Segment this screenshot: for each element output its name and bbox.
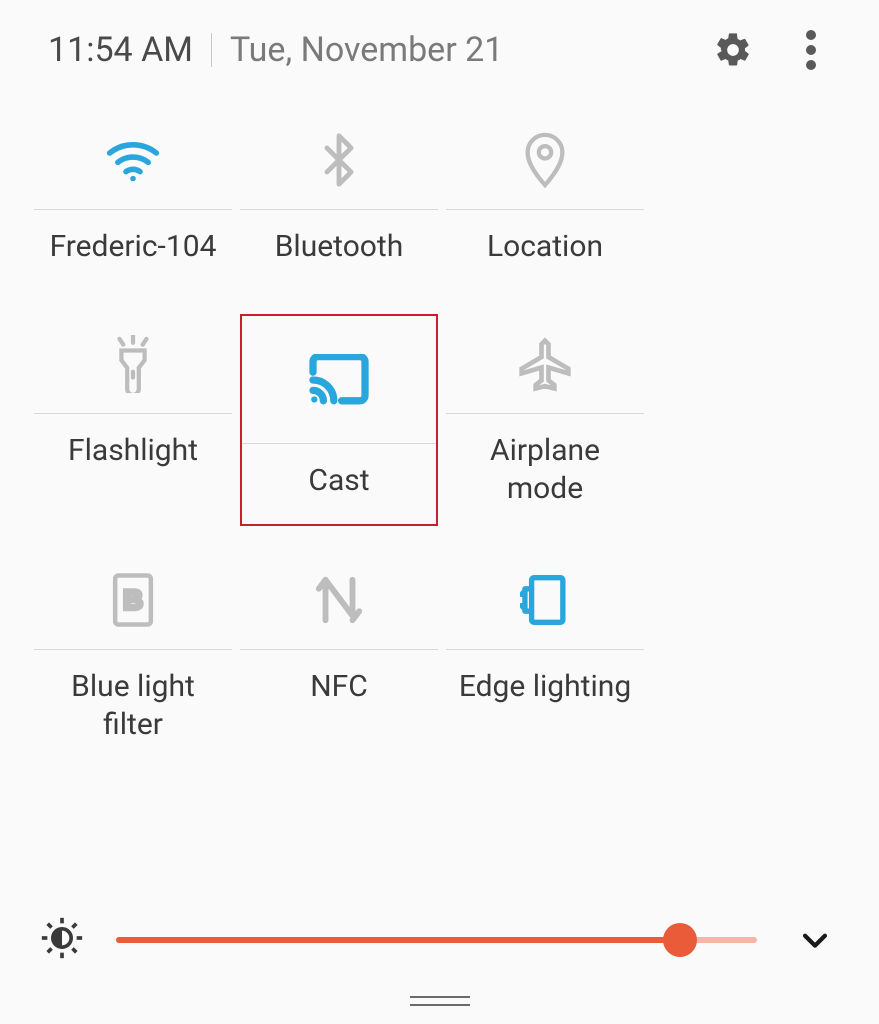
tile-label: Blue light filter (34, 650, 232, 743)
cast-icon (242, 316, 436, 444)
tile-label: Edge lighting (446, 650, 644, 730)
wifi-icon (34, 110, 232, 210)
chevron-down-icon (798, 923, 832, 957)
brightness-row (0, 916, 879, 964)
svg-text:B: B (123, 584, 142, 614)
bluetooth-icon (240, 110, 438, 210)
header-divider (211, 33, 212, 67)
settings-button[interactable] (713, 30, 753, 70)
tile-flashlight[interactable]: Flashlight (34, 314, 232, 526)
status-header: 11:54 AM Tue, November 21 (0, 0, 879, 90)
more-options-button[interactable] (791, 30, 831, 70)
quick-settings-grid: Frederic-104BluetoothLocation FlashlightC… (0, 90, 879, 767)
panel-drag-handle[interactable] (410, 996, 470, 1006)
tile-wifi[interactable]: Frederic-104 (34, 110, 232, 290)
tile-label: Airplane mode (446, 414, 644, 507)
brightness-expand-button[interactable] (791, 916, 839, 964)
tile-label: Bluetooth (240, 210, 438, 290)
clock-time: 11:54 AM (48, 30, 193, 70)
tile-label: Location (446, 210, 644, 290)
tile-nfc[interactable]: NFC (240, 550, 438, 743)
brightness-slider[interactable] (116, 925, 757, 955)
tile-cast[interactable]: Cast (240, 314, 438, 526)
airplane-icon (446, 314, 644, 414)
tile-label: Frederic-104 (34, 210, 232, 290)
tile-edgelight[interactable]: Edge lighting (446, 550, 644, 743)
tile-bluelight[interactable]: B Blue light filter (34, 550, 232, 743)
gear-icon (713, 30, 753, 70)
tile-airplane[interactable]: Airplane mode (446, 314, 644, 526)
brightness-icon (40, 916, 88, 964)
bluelight-icon: B (34, 550, 232, 650)
tile-label: Flashlight (34, 414, 232, 494)
edgelight-icon (446, 550, 644, 650)
tile-bluetooth[interactable]: Bluetooth (240, 110, 438, 290)
header-date: Tue, November 21 (230, 30, 713, 70)
tile-label: Cast (242, 444, 436, 524)
flashlight-icon (34, 314, 232, 414)
tile-location[interactable]: Location (446, 110, 644, 290)
tile-label: NFC (240, 650, 438, 730)
more-vert-icon (805, 30, 817, 70)
nfc-icon (240, 550, 438, 650)
location-icon (446, 110, 644, 210)
